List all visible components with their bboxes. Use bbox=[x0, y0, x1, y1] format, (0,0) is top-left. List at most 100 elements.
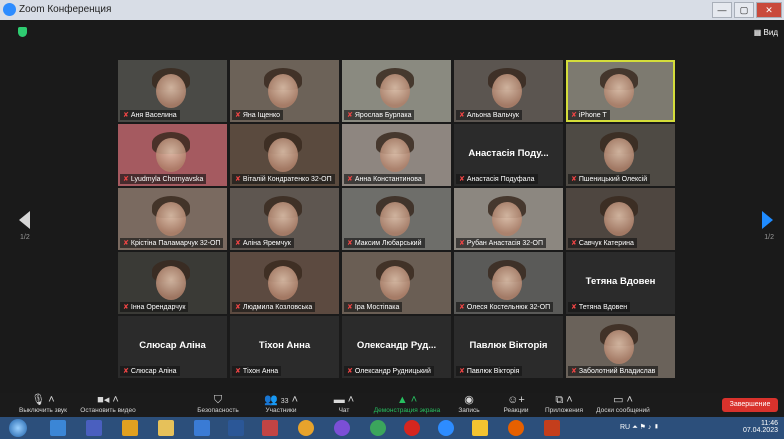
media-player-app-icon[interactable] bbox=[262, 420, 278, 436]
participant-display-name: Тіхон Анна bbox=[258, 340, 311, 351]
opera-app-icon[interactable] bbox=[404, 420, 420, 436]
window-controls: — ▢ ✕ bbox=[712, 2, 782, 18]
participant-tile[interactable]: Тетяна Вдовен ✘ Тетяна Вдовен bbox=[566, 252, 675, 314]
participant-name: Віталій Кондратенко 32-ОП bbox=[242, 176, 332, 183]
participant-tile[interactable]: ✘ Ярослав Бурлака bbox=[342, 60, 451, 122]
firefox-app-icon[interactable] bbox=[508, 420, 524, 436]
muted-microphone-icon: ✘ bbox=[235, 304, 241, 311]
participant-name: Савчук Катерина bbox=[578, 240, 634, 247]
explorer-app-icon[interactable] bbox=[50, 420, 66, 436]
folder-app-icon[interactable] bbox=[158, 420, 174, 436]
maximize-button[interactable]: ▢ bbox=[734, 2, 754, 18]
word-app-icon[interactable] bbox=[228, 420, 244, 436]
stop-video-button[interactable]: ■◂ ˄ Остановить видео bbox=[75, 393, 141, 414]
muted-microphone-icon: ✘ bbox=[235, 176, 241, 183]
muted-microphone-icon: ✘ bbox=[459, 176, 465, 183]
participant-nameplate: ✘ Інна Орендарчук bbox=[120, 302, 189, 312]
participant-nameplate: ✘ Олеся Костельнюк 32-ОП bbox=[456, 302, 554, 312]
start-button-icon[interactable] bbox=[9, 419, 27, 437]
powerpoint-app-icon[interactable] bbox=[544, 420, 560, 436]
participant-nameplate: ✘ Рубан Анастасія 32-ОП bbox=[456, 238, 547, 248]
participant-tile[interactable]: ✘ Олеся Костельнюк 32-ОП bbox=[454, 252, 563, 314]
share-screen-button[interactable]: ▲ ˄ Демонстрация экрана bbox=[368, 393, 446, 414]
participant-tile[interactable]: ✘ Аня Васелина bbox=[118, 60, 227, 122]
participant-tile[interactable]: ✘ iPhone T bbox=[566, 60, 675, 122]
zoom-app-icon[interactable] bbox=[438, 420, 454, 436]
drive-app-icon[interactable] bbox=[472, 420, 488, 436]
participant-tile[interactable]: ✘ Інна Орендарчук bbox=[118, 252, 227, 314]
office-app-icon[interactable] bbox=[122, 420, 138, 436]
mute-button[interactable]: 🎙︎ ˄ Выключить звук bbox=[12, 393, 74, 414]
participant-tile[interactable]: ✘ Аліна Яремчук bbox=[230, 188, 339, 250]
muted-microphone-icon: ✘ bbox=[347, 368, 353, 375]
muted-microphone-icon: ✘ bbox=[235, 368, 241, 375]
participant-tile[interactable]: ✘ Савчук Катерина bbox=[566, 188, 675, 250]
participant-tile[interactable]: Павлюк Вікторія ✘ Павлюк Вікторія bbox=[454, 316, 563, 378]
participant-nameplate: ✘ Пшеницький Олексій bbox=[568, 174, 651, 184]
participant-nameplate: ✘ Олександр Рудницький bbox=[344, 366, 434, 376]
muted-microphone-icon: ✘ bbox=[347, 112, 353, 119]
chrome-alt-app-icon[interactable] bbox=[370, 420, 386, 436]
end-meeting-button[interactable]: Завершение bbox=[722, 398, 778, 412]
next-page-arrow-icon[interactable] bbox=[762, 211, 773, 229]
minimize-button[interactable]: — bbox=[712, 2, 732, 18]
participant-nameplate: ✘ Аліна Яремчук bbox=[232, 238, 294, 248]
participant-name: Яна Іщенко bbox=[242, 112, 281, 119]
participant-name: Олександр Рудницький bbox=[354, 368, 431, 375]
participant-name: Рубан Анастасія 32-ОП bbox=[466, 240, 544, 247]
reactions-button[interactable]: ☺+ Реакции bbox=[496, 393, 536, 414]
participant-tile[interactable]: ✘ Рубан Анастасія 32-ОП bbox=[454, 188, 563, 250]
participants-button[interactable]: 👥 33 ˄ Участники bbox=[258, 393, 304, 414]
participant-tile[interactable]: ✘ Віталій Кондратенко 32-ОП bbox=[230, 124, 339, 186]
participant-tile[interactable]: ✘ Іра Мостіпака bbox=[342, 252, 451, 314]
viber-app-icon[interactable] bbox=[334, 420, 350, 436]
participant-video-face bbox=[156, 74, 186, 108]
participant-video-face bbox=[492, 266, 522, 300]
participant-tile[interactable]: Олександр Руд... ✘ Олександр Рудницький bbox=[342, 316, 451, 378]
participant-tile[interactable]: ✘ Пшеницький Олексій bbox=[566, 124, 675, 186]
record-button[interactable]: ◉ Запись bbox=[452, 393, 486, 414]
mail-app-icon[interactable] bbox=[86, 420, 102, 436]
share-screen-icon: ▲ ˄ bbox=[396, 394, 418, 406]
page-indicator-right: 1/2 bbox=[764, 234, 774, 241]
edge-app-icon[interactable] bbox=[194, 420, 210, 436]
participant-tile[interactable]: ✘ Заболотний Владислав bbox=[566, 316, 675, 378]
whiteboard-button[interactable]: ▭ ˄ Доски сообщений bbox=[592, 393, 654, 414]
muted-microphone-icon: ✘ bbox=[459, 304, 465, 311]
participant-name: Крістіна Паламарчук 32-ОП bbox=[130, 240, 221, 247]
muted-microphone-icon: ✘ bbox=[123, 240, 129, 247]
clock[interactable]: 11:46 07.04.2023 bbox=[743, 420, 778, 434]
language-indicator[interactable]: RU bbox=[620, 424, 630, 431]
participant-tile[interactable]: ✘ Яна Іщенко bbox=[230, 60, 339, 122]
close-window-button[interactable]: ✕ bbox=[756, 2, 782, 18]
participant-tile[interactable]: ✘ Максим Любарський bbox=[342, 188, 451, 250]
participant-tile[interactable]: Слюсар Аліна ✘ Слюсар Аліна bbox=[118, 316, 227, 378]
apps-button[interactable]: ⧉ ˄ Приложения bbox=[540, 393, 588, 414]
muted-microphone-icon: ✘ bbox=[123, 112, 129, 119]
participant-video-face bbox=[268, 202, 298, 236]
participant-tile[interactable]: Анастасія Поду... ✘ Анастасія Подуфала bbox=[454, 124, 563, 186]
participant-nameplate: ✘ Тетяна Вдовен bbox=[568, 302, 631, 312]
security-button[interactable]: ⛉ Безопасность bbox=[190, 393, 246, 414]
participant-tile[interactable]: ✘ Людмила Козловська bbox=[230, 252, 339, 314]
participant-video-face bbox=[380, 266, 410, 300]
participant-tile[interactable]: ✘ Lyudmyla Chornyavska bbox=[118, 124, 227, 186]
chrome-app-icon[interactable] bbox=[298, 420, 314, 436]
muted-microphone-icon: ✘ bbox=[459, 368, 465, 375]
participant-name: Максим Любарський bbox=[354, 240, 422, 247]
chat-button[interactable]: ▬ ˄ Чат bbox=[330, 393, 358, 414]
participant-name: Пшеницький Олексій bbox=[578, 176, 648, 183]
view-button[interactable]: ▦ Вид bbox=[754, 28, 778, 37]
participant-tile[interactable]: ✘ Крістіна Паламарчук 32-ОП bbox=[118, 188, 227, 250]
participant-name: Анастасія Подуфала bbox=[466, 176, 535, 183]
muted-microphone-icon: ✘ bbox=[571, 304, 577, 311]
participant-tile[interactable]: ✘ Анна Константинова bbox=[342, 124, 451, 186]
participant-nameplate: ✘ Анна Константинова bbox=[344, 174, 425, 184]
security-shield-icon[interactable] bbox=[18, 27, 27, 37]
participant-tile[interactable]: ✘ Альона Вальчук bbox=[454, 60, 563, 122]
participant-tile[interactable]: Тіхон Анна ✘ Тіхон Анна bbox=[230, 316, 339, 378]
participant-nameplate: ✘ Анастасія Подуфала bbox=[456, 174, 538, 184]
participant-name: Інна Орендарчук bbox=[130, 304, 186, 311]
whiteboard-icon: ▭ ˄ bbox=[613, 394, 633, 406]
prev-page-arrow-icon[interactable] bbox=[19, 211, 30, 229]
